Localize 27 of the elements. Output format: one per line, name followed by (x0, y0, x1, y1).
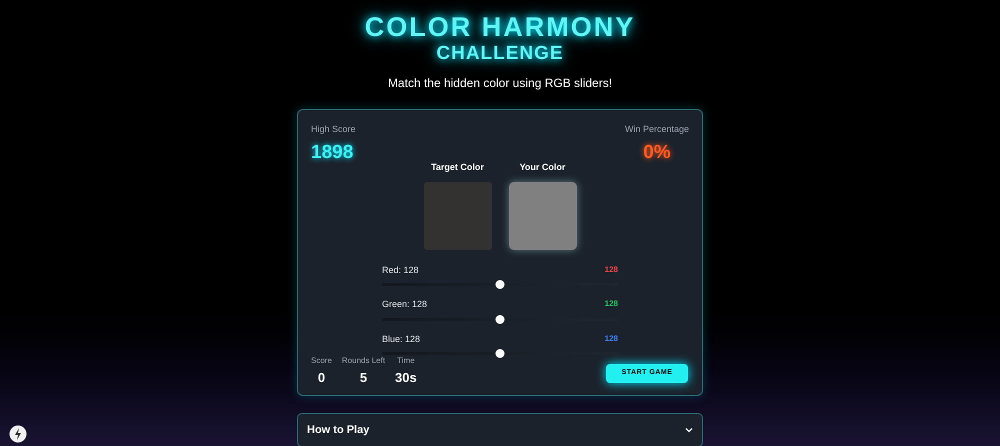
stat-label: Rounds Left (342, 355, 386, 367)
high-score-label: High Score (311, 123, 356, 136)
slider-label: Green: 128 (382, 298, 428, 311)
win-percentage-label: Win Percentage (624, 123, 689, 136)
swatch-label: Your Color (520, 161, 566, 174)
slider-thumb[interactable] (496, 349, 504, 358)
stat-value: 0 (318, 369, 326, 387)
stat-label: Score (311, 355, 332, 367)
slider-reading: 128 (604, 298, 618, 310)
high-score-value: 1898 (311, 140, 354, 164)
slider-reading: 128 (604, 264, 618, 276)
slider-thumb[interactable] (496, 280, 504, 289)
slider-label: Red: 128 (382, 264, 419, 276)
stat-label: Time (397, 355, 415, 367)
slider-thumb[interactable] (496, 314, 504, 324)
game-title: COLOR HARMONY (364, 12, 636, 42)
swatch-label: Target Color (431, 161, 484, 174)
game-subtitle: CHALLENGE (436, 42, 564, 66)
how-to-play-title: How to Play (307, 422, 370, 438)
how-to-play-panel[interactable]: How to Play (297, 413, 703, 446)
tagline: Match the hidden color using RGB sliders! (388, 75, 612, 92)
win-percentage-value: 0% (643, 140, 671, 164)
slider-reading: 128 (604, 332, 618, 344)
slider-label: Blue: 128 (382, 332, 420, 346)
bolt-icon (9, 425, 27, 443)
stat-value: 30s (395, 369, 417, 387)
stat-value: 5 (360, 369, 368, 387)
